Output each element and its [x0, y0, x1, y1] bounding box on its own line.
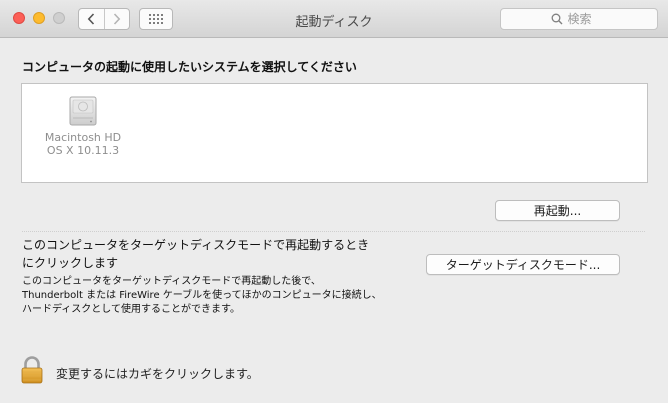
target-disk-mode-title-line2: にクリックします — [22, 256, 119, 270]
divider — [22, 231, 645, 232]
target-disk-mode-desc-line3: ハードディスクとして使用することができます。 — [22, 304, 240, 315]
lock-button[interactable] — [20, 356, 44, 388]
target-disk-mode-button[interactable]: ターゲットディスクモード... — [426, 254, 620, 275]
lock-message: 変更するにはカギをクリックします。 — [56, 367, 259, 381]
disk-name: Macintosh HD — [44, 131, 122, 144]
search-input[interactable] — [567, 12, 608, 26]
startup-disk-list: Macintosh HD OS X 10.11.3 — [21, 83, 648, 183]
padlock-icon — [21, 356, 43, 384]
internal-hard-drive-icon — [69, 96, 97, 126]
target-disk-mode-desc-line1: このコンピュータをターゲットディスクモードで再起動した後で、 — [22, 276, 321, 287]
search-icon — [551, 13, 562, 25]
restart-button[interactable]: 再起動... — [495, 200, 620, 221]
target-disk-mode-title: このコンピュータをターゲットディスクモードで再起動するとき にクリックします — [22, 236, 402, 272]
disk-os-version: OS X 10.11.3 — [46, 144, 120, 157]
target-disk-mode-title-line1: このコンピュータをターゲットディスクモードで再起動するとき — [22, 238, 370, 252]
target-disk-mode-description: このコンピュータをターゲットディスクモードで再起動した後で、 Thunderbo… — [22, 275, 422, 317]
startup-disk-heading: コンピュータの起動に使用したいシステムを選択してください — [22, 60, 357, 74]
search-field[interactable] — [500, 8, 658, 30]
target-disk-mode-desc-line2: Thunderbolt または FireWire ケーブルを使ってほかのコンピュ… — [22, 290, 382, 301]
disk-item-macintosh-hd[interactable]: Macintosh HD OS X 10.11.3 — [40, 94, 126, 157]
title-bar: 起動ディスク — [0, 0, 668, 38]
